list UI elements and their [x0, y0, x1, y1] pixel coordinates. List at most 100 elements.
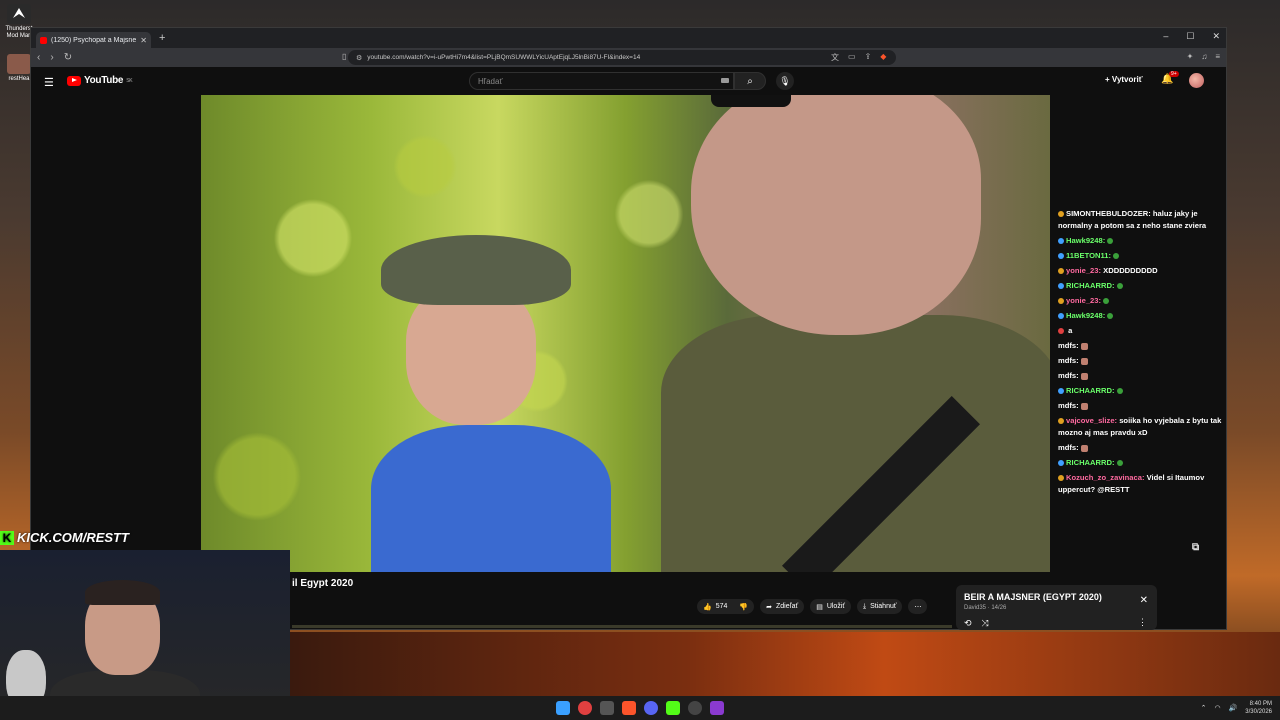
chat-username[interactable]: mdfs: [1058, 356, 1079, 365]
xbox-icon[interactable] [600, 701, 614, 715]
chat-badge-icon [1058, 268, 1064, 274]
share-button[interactable]: ➦ Zdieľať [760, 599, 805, 614]
video-person-right [661, 95, 1050, 572]
tab-title: (1250) Psychopat a Majsner [51, 36, 137, 44]
emote-icon [1080, 372, 1088, 380]
chat-username[interactable]: RICHAARRD: [1066, 281, 1115, 290]
chat-username[interactable]: mdfs: [1058, 341, 1079, 350]
search-input[interactable]: Hľadať [469, 72, 734, 90]
share-icon[interactable]: ⇪ [865, 52, 872, 63]
chat-username[interactable]: yonie_23: [1066, 266, 1101, 275]
verified-check-icon [1107, 313, 1114, 319]
kick-logo-icon: K [0, 530, 14, 545]
like-button[interactable]: 👍 574 👎 [697, 599, 755, 614]
region-code: SK [126, 77, 133, 84]
url-bar[interactable]: ⚙ youtube.com/watch?v=i-uPwtHi7m4&list=P… [348, 50, 896, 65]
youtube-logo[interactable]: YouTube SK [67, 75, 133, 86]
clock[interactable]: 8:40 PM 3/30/2026 [1245, 700, 1272, 716]
more-icon: ⋯ [914, 603, 922, 611]
chat-username[interactable]: SIMONTHEBULDOZER: [1066, 209, 1151, 218]
app-red-icon[interactable] [578, 701, 592, 715]
chat-badge-icon [1058, 298, 1064, 304]
close-window-icon[interactable]: ✕ [1212, 31, 1220, 42]
wifi-icon[interactable]: ◠ [1214, 704, 1220, 712]
chat-message: mdfs: [1058, 368, 1228, 383]
chat-username[interactable]: RICHAARRD: [1066, 458, 1115, 467]
chat-username[interactable]: Hawk9248: [1066, 311, 1105, 320]
thunderstore-icon [7, 4, 31, 24]
like-count: 574 [715, 603, 728, 610]
create-button[interactable]: + Vytvoriť [1105, 75, 1143, 84]
video-actions: 👍 574 👎 ➦ Zdieľať ▤ Uložiť ⤓ Stiahnuť ⋯ [697, 599, 928, 614]
brave-shield-icon[interactable]: ◆ [880, 52, 886, 63]
video-progress-bar[interactable] [292, 625, 952, 628]
chat-message: RICHAARRD: [1058, 455, 1228, 470]
chat-username[interactable]: mdfs: [1058, 443, 1079, 452]
keyboard-icon[interactable] [721, 78, 729, 83]
playlist-panel[interactable]: BEIR A MAJSNER (EGYPT 2020) David35 · 14… [956, 585, 1157, 630]
chat-badge-icon [1058, 313, 1064, 319]
youtube-logo-text: YouTube [84, 75, 124, 86]
obs-icon[interactable] [688, 701, 702, 715]
translate-icon[interactable]: 文 [831, 52, 839, 63]
bookmark-icon[interactable]: ▯ [342, 52, 346, 61]
chat-badge-icon [1058, 283, 1064, 289]
chat-message: mdfs: [1058, 440, 1228, 455]
chat-username[interactable]: mdfs: [1058, 401, 1079, 410]
playlist-more-icon[interactable]: ⋮ [1138, 617, 1147, 628]
avatar[interactable] [1189, 73, 1204, 88]
chat-username[interactable]: Hawk9248: [1066, 236, 1105, 245]
chat-username[interactable]: RICHAARRD: [1066, 386, 1115, 395]
minimize-icon[interactable]: – [1163, 31, 1168, 42]
loop-icon[interactable]: ⟲ [964, 618, 972, 629]
menu-icon[interactable]: ≡ [1215, 52, 1220, 61]
brave-icon[interactable] [622, 701, 636, 715]
chat-username[interactable]: 11BETON11: [1066, 251, 1111, 260]
tray-chevron-icon[interactable]: ⌃ [1201, 704, 1207, 712]
kick-icon[interactable] [666, 701, 680, 715]
screen-icon[interactable]: ▭ [848, 52, 856, 63]
video-player[interactable] [201, 95, 1050, 572]
chat-username[interactable]: vajcove_slize: [1066, 416, 1117, 425]
discord-icon[interactable] [644, 701, 658, 715]
tab-youtube[interactable]: (1250) Psychopat a Majsner ✕ [36, 32, 151, 48]
shuffle-icon[interactable]: ⤨ [982, 618, 989, 629]
chat-username[interactable]: Kozuch_zo_zavinaca: [1066, 473, 1145, 482]
hamburger-menu-icon[interactable]: ☰ [44, 76, 54, 89]
reload-icon[interactable]: ↻ [64, 52, 72, 63]
notification-count-badge: 9+ [1169, 71, 1179, 77]
share-arrow-icon: ➦ [766, 603, 772, 611]
video-person-left [371, 235, 611, 572]
chat-text: XDDDDDDDDD [1101, 266, 1158, 275]
chat-message: mdfs: [1058, 398, 1228, 413]
app-purple-icon[interactable] [710, 701, 724, 715]
chat-message: RICHAARRD: [1058, 383, 1228, 398]
address-bar-row: ‹ › ↻ ▯ ⚙ youtube.com/watch?v=i-uPwtHi7m… [31, 48, 1226, 67]
maximize-icon[interactable]: ☐ [1186, 31, 1194, 42]
windows-start-icon[interactable] [556, 701, 570, 715]
search-button[interactable]: ⌕ [734, 72, 766, 90]
speaker-icon[interactable]: 🔊 [1229, 704, 1238, 712]
dislike-icon[interactable]: 👎 [739, 603, 748, 611]
new-tab-icon[interactable]: + [159, 32, 165, 44]
download-button[interactable]: ⤓ Stiahnuť [857, 599, 903, 614]
more-actions-button[interactable]: ⋯ [908, 599, 928, 614]
chat-username[interactable]: yonie_23: [1066, 296, 1101, 305]
youtube-favicon-icon [40, 36, 47, 44]
close-tab-icon[interactable]: ✕ [140, 36, 147, 45]
youtube-header: ☰ YouTube SK Hľadať ⌕ 🎙 + Vytvoriť 🔔 9+ [31, 68, 1219, 96]
voice-search-button[interactable]: 🎙 [776, 72, 794, 90]
site-info-icon[interactable]: ⚙ [356, 54, 362, 62]
forward-icon[interactable]: › [50, 52, 53, 63]
url-text: youtube.com/watch?v=i-uPwtHi7m4&list=PLj… [367, 54, 641, 61]
download-label: Stiahnuť [870, 603, 897, 610]
webcam-overlay [0, 550, 290, 720]
save-button[interactable]: ▤ Uložiť [810, 599, 851, 614]
chat-badge-icon [1058, 418, 1064, 424]
chat-username[interactable]: mdfs: [1058, 371, 1079, 380]
playlist-icon[interactable]: ♫ [1201, 52, 1207, 61]
back-icon[interactable]: ‹ [37, 52, 40, 63]
close-playlist-icon[interactable]: ✕ [1140, 595, 1148, 606]
taskbar: ⌃ ◠ 🔊 8:40 PM 3/30/2026 [0, 696, 1280, 720]
extensions-icon[interactable]: ✦ [1187, 52, 1194, 61]
